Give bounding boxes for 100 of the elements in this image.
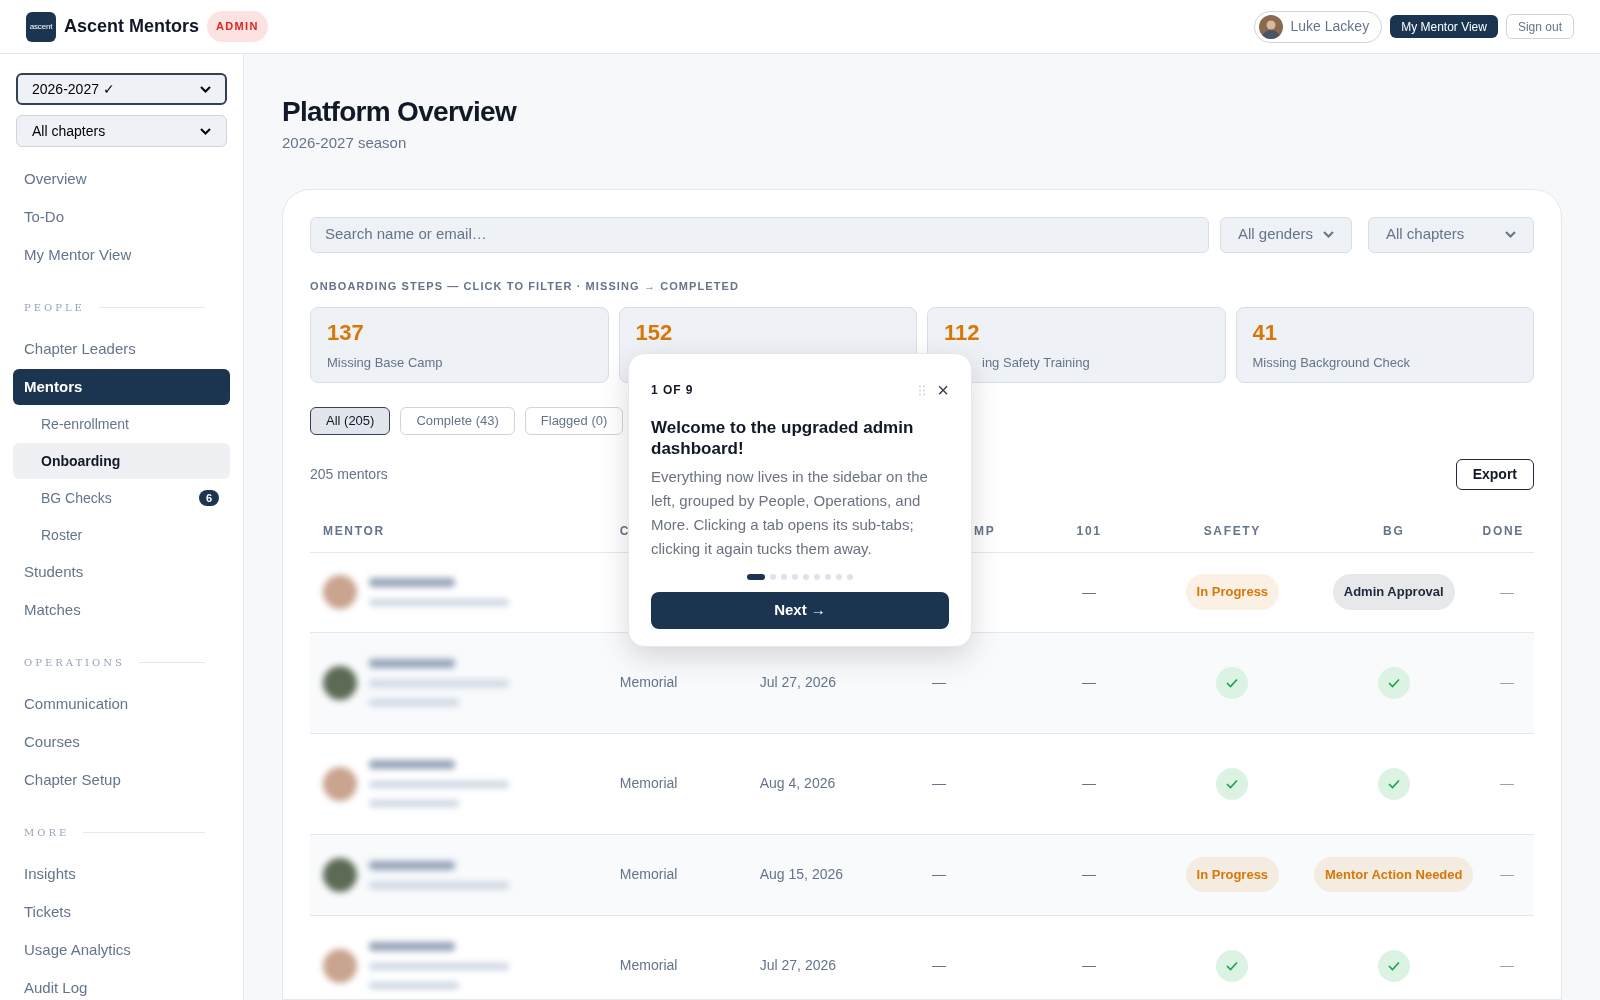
nav-item[interactable]: Insights: [13, 855, 230, 893]
table-cell: —: [1082, 583, 1097, 600]
status-badge: In Progress: [1185, 574, 1280, 610]
nav-item[interactable]: Communication: [13, 685, 230, 723]
step-card[interactable]: 137 Missing Base Camp: [310, 307, 609, 383]
nav-item[interactable]: Overview: [13, 160, 230, 198]
table-cell: Aug 4, 2026: [759, 775, 836, 791]
step-card[interactable]: 112 ing Safety Training: [927, 307, 1226, 383]
table-cell: Memorial: [619, 957, 678, 973]
table-cell: Memorial: [619, 866, 678, 882]
nav-item[interactable]: Tickets: [13, 893, 230, 931]
nav-subitem[interactable]: Re-enrollment: [13, 406, 230, 442]
column-header: C: [619, 523, 631, 538]
next-button[interactable]: Next →: [651, 592, 949, 629]
column-header: SAFETY: [1203, 523, 1262, 538]
column-header: DONE: [1482, 523, 1524, 538]
brand-name: Ascent Mentors: [64, 15, 200, 38]
search-field[interactable]: Search name or email…: [310, 216, 1209, 253]
table-cell: —: [1500, 674, 1514, 690]
my-mentor-view-button[interactable]: My Mentor View: [1390, 15, 1498, 38]
chevron-icon: [1323, 231, 1334, 238]
filter-tab[interactable]: All (205): [310, 407, 391, 435]
status-badge: In Progress: [1185, 856, 1280, 893]
status-badge: Admin Approval: [1332, 574, 1455, 610]
chapter-select[interactable]: All chapters: [16, 115, 227, 147]
nav-item[interactable]: My Mentor View: [13, 236, 230, 274]
nav-subitem[interactable]: Onboarding: [13, 443, 230, 479]
step-label: Missing Background Check: [1252, 354, 1411, 372]
page-subtitle: 2026-2027 season: [282, 133, 408, 153]
filter-tab[interactable]: Complete (43): [400, 407, 515, 435]
nav-item[interactable]: Courses: [13, 723, 230, 761]
blurred-avatar: [323, 766, 357, 801]
table-cell: —: [932, 674, 947, 690]
step-card[interactable]: 41 Missing Background Check: [1235, 307, 1534, 383]
column-header: MENTOR: [323, 523, 385, 538]
export-button[interactable]: Export: [1455, 459, 1534, 490]
chevron-icon: [200, 127, 211, 135]
check-icon: [1216, 767, 1249, 800]
nav-subitem[interactable]: Roster: [13, 517, 230, 553]
mentor-count: 205 mentors: [310, 465, 388, 484]
user-chip[interactable]: Luke Lackey: [1253, 10, 1383, 43]
table-cell: —: [1082, 957, 1097, 973]
season-select[interactable]: 2026-2027 ✓: [16, 73, 227, 105]
table-cell: —: [1500, 583, 1514, 600]
column-header: BG: [1383, 523, 1405, 538]
nav-item[interactable]: Students: [13, 553, 230, 591]
chapter-select[interactable]: All chapters: [1368, 216, 1534, 253]
table-cell: Aug 15, 2026: [759, 866, 844, 882]
drag-handle-icon[interactable]: [918, 384, 927, 396]
sign-out-button[interactable]: Sign out: [1505, 14, 1574, 39]
select-value: All chapters: [32, 121, 106, 141]
table-cell: —: [932, 866, 947, 882]
section-label: ONBOARDING STEPS — CLICK TO FILTER · MISSING → COMPLETED: [310, 278, 741, 294]
gender-select[interactable]: All genders: [1220, 216, 1352, 253]
close-button[interactable]: ×: [937, 382, 949, 398]
table-cell: Jul 27, 2026: [759, 674, 837, 690]
table-cell: —: [932, 775, 947, 791]
table-cell: —: [1082, 674, 1097, 690]
column-header: 101: [1076, 523, 1102, 538]
nav-item[interactable]: Audit Log: [13, 969, 230, 1000]
table-cell: —: [1500, 775, 1514, 791]
nav-item[interactable]: Chapter Setup: [13, 761, 230, 799]
chevron-icon: [200, 85, 211, 93]
tour-text: Everything now lives in the sidebar on the left, grouped by People, Operations, and More. Clicking a tab opens its sub-tabs; clicking it again tucks them away.: [651, 467, 929, 559]
section-heading: PEOPLE: [24, 300, 85, 315]
filter-tab[interactable]: Flagged (0): [524, 407, 624, 435]
check-icon: [1377, 949, 1410, 982]
step-count: 152: [635, 319, 674, 347]
check-icon: [1216, 666, 1249, 699]
select-value: All chapters: [1386, 224, 1465, 245]
table-cell: —: [1082, 866, 1097, 882]
step-count: 137: [327, 319, 365, 347]
step-counter: 1 OF 9: [651, 382, 694, 399]
avatar-icon: [1258, 14, 1283, 39]
blurred-avatar: [323, 665, 357, 700]
blurred-avatar: [323, 948, 357, 983]
user-name: Luke Lackey: [1290, 17, 1370, 36]
table-cell: —: [932, 957, 947, 973]
table-cell: —: [1500, 957, 1514, 973]
nav-subitem[interactable]: BG Checks 6: [13, 480, 230, 516]
blurred-avatar: [323, 575, 357, 609]
nav-label: BG Checks: [41, 488, 112, 508]
logo-text: ascent: [29, 20, 53, 33]
nav-item[interactable]: Matches: [13, 591, 230, 629]
nav-item[interactable]: To-Do: [13, 198, 230, 236]
nav-item[interactable]: Usage Analytics: [13, 931, 230, 969]
table-cell: Memorial: [619, 775, 678, 791]
table-cell: —: [1082, 775, 1097, 791]
section-heading: MORE: [24, 825, 70, 840]
nav-item[interactable]: Chapter Leaders: [13, 330, 230, 368]
chevron-icon: [1505, 231, 1516, 238]
step-count: 41: [1252, 319, 1278, 347]
check-icon: [1377, 666, 1410, 699]
step-label: Missing Base Camp: [327, 354, 443, 372]
nav-item[interactable]: Mentors: [13, 369, 230, 405]
table-cell: —: [1500, 866, 1514, 882]
column-header: MP: [974, 523, 996, 538]
step-label: ing Safety Training: [982, 354, 1090, 372]
check-icon: [1216, 949, 1249, 982]
tour-title: Welcome to the upgraded admin dashboard!: [651, 417, 915, 459]
